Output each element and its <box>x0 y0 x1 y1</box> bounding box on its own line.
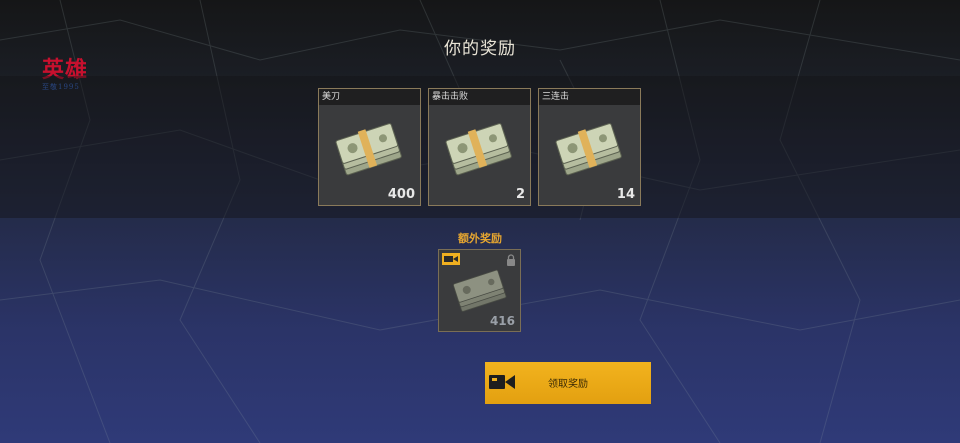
cash-bundle-icon <box>335 123 402 176</box>
cash-bundle-icon <box>445 123 512 176</box>
reward-label: 三连击 <box>539 89 640 105</box>
reward-amount: 400 <box>387 187 415 202</box>
extra-reward-card[interactable]: 416 <box>438 249 521 332</box>
cash-bundle-icon <box>555 123 622 176</box>
reward-label: 美刀 <box>319 89 420 105</box>
claim-reward-label: 领取奖励 <box>548 379 588 390</box>
reward-card-3[interactable]: 三连击 14 <box>538 88 641 206</box>
reward-card-1[interactable]: 美刀 400 <box>318 88 421 206</box>
page-title: 你的奖励 <box>444 39 516 59</box>
cash-bundle-icon <box>453 269 507 312</box>
reward-amount: 2 <box>515 187 525 202</box>
reward-card-2[interactable]: 暴击击败 2 <box>428 88 531 206</box>
extra-reward-amount: 416 <box>489 314 515 328</box>
reward-label: 暴击击败 <box>429 89 530 105</box>
extra-reward-title: 额外奖励 <box>458 232 502 245</box>
reward-amount: 14 <box>616 187 635 202</box>
claim-reward-button[interactable]: 领取奖励 <box>485 362 651 404</box>
background-map <box>0 0 960 443</box>
